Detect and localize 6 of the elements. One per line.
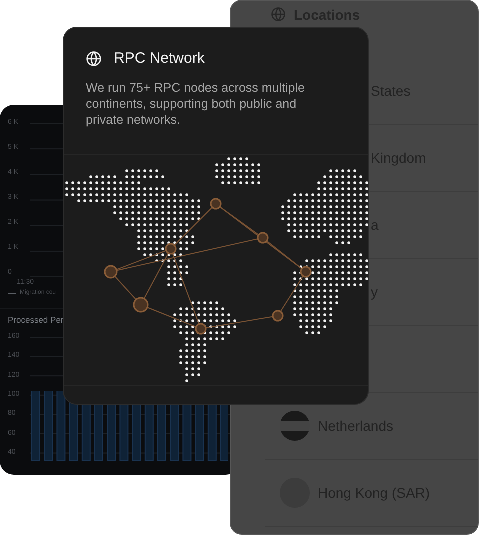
globe-icon	[271, 7, 286, 22]
legend-line	[8, 292, 16, 294]
card-description: We run 75+ RPC nodes across multiple continents, supporting both public and private networks.	[86, 80, 306, 128]
chart-title: Processed Per	[8, 315, 64, 325]
card-title: RPC Network	[114, 50, 205, 67]
globe-icon	[86, 50, 102, 66]
